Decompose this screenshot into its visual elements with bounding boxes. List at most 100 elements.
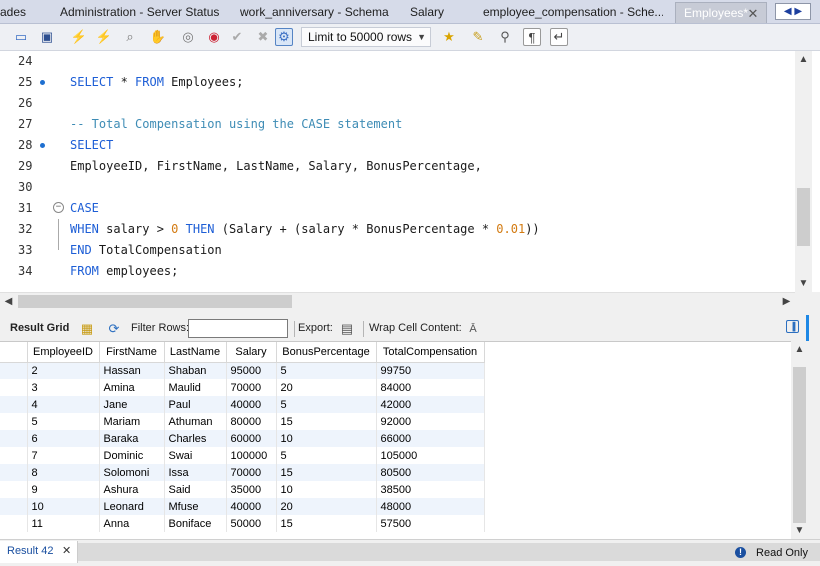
- table-cell[interactable]: 15: [276, 413, 377, 430]
- editor-horizontal-scrollbar[interactable]: ◀ ▶: [0, 292, 795, 309]
- row-header[interactable]: [0, 515, 28, 532]
- table-cell[interactable]: Charles: [164, 430, 227, 447]
- find-icon[interactable]: ⚲: [496, 28, 514, 46]
- table-cell[interactable]: 4: [27, 396, 100, 413]
- brush-icon[interactable]: ✎: [469, 28, 487, 46]
- sql-editor[interactable]: 24 25 SELECT * FROM Employees; 26 27 -- …: [0, 51, 820, 292]
- table-cell[interactable]: 100000: [226, 447, 277, 464]
- table-cell[interactable]: Athuman: [164, 413, 227, 430]
- table-cell[interactable]: 95000: [226, 362, 277, 379]
- table-row[interactable]: 5 Mariam Athuman 80000 15 92000: [0, 413, 485, 430]
- side-panel-toggle-icon[interactable]: ▐: [786, 320, 799, 333]
- table-cell[interactable]: 20: [276, 498, 377, 515]
- table-cell[interactable]: Swai: [164, 447, 227, 464]
- table-cell[interactable]: 10: [276, 430, 377, 447]
- column-header[interactable]: TotalCompensation: [376, 342, 485, 363]
- column-header[interactable]: Salary: [226, 342, 277, 363]
- invisible-chars-icon[interactable]: ¶: [523, 28, 541, 46]
- row-header[interactable]: [0, 379, 28, 396]
- filter-rows-input[interactable]: [188, 319, 288, 338]
- chevron-up-icon[interactable]: ▲: [791, 341, 808, 358]
- table-cell[interactable]: 8: [27, 464, 100, 481]
- table-cell[interactable]: 57500: [376, 515, 485, 532]
- column-header[interactable]: LastName: [164, 342, 227, 363]
- beautify-icon[interactable]: ⚙: [275, 28, 293, 46]
- row-header[interactable]: [0, 481, 28, 498]
- chevron-down-icon[interactable]: ▼: [791, 522, 808, 539]
- close-icon[interactable]: ✕: [62, 541, 71, 561]
- table-cell[interactable]: 5: [276, 447, 377, 464]
- table-cell[interactable]: 5: [27, 413, 100, 430]
- table-cell[interactable]: 5: [276, 396, 377, 413]
- row-header[interactable]: [0, 362, 28, 379]
- table-row[interactable]: 10 Leonard Mfuse 40000 20 48000: [0, 498, 485, 515]
- table-cell[interactable]: 84000: [376, 379, 485, 396]
- table-cell[interactable]: Mfuse: [164, 498, 227, 515]
- table-row[interactable]: 8 Solomoni Issa 70000 15 80500: [0, 464, 485, 481]
- fold-collapse-icon[interactable]: −: [53, 202, 64, 213]
- chevron-right-icon[interactable]: ▶: [778, 293, 795, 310]
- table-cell[interactable]: 11: [27, 515, 100, 532]
- result-grid-button[interactable]: Result Grid: [10, 322, 69, 334]
- stop-icon[interactable]: ✋: [149, 28, 167, 46]
- export-icon[interactable]: ▤: [338, 320, 356, 338]
- table-cell[interactable]: Paul: [164, 396, 227, 413]
- table-cell[interactable]: Shaban: [164, 362, 227, 379]
- table-cell[interactable]: 10: [276, 481, 377, 498]
- table-cell[interactable]: Anna: [99, 515, 165, 532]
- row-header[interactable]: [0, 413, 28, 430]
- table-cell[interactable]: Dominic: [99, 447, 165, 464]
- tab-employees[interactable]: Employees* ✕: [675, 2, 767, 23]
- scrollbar-thumb[interactable]: [793, 367, 806, 523]
- wrap-lines-icon[interactable]: ↵: [550, 28, 568, 46]
- row-header[interactable]: [0, 464, 28, 481]
- table-cell[interactable]: Solomoni: [99, 464, 165, 481]
- row-header[interactable]: [0, 396, 28, 413]
- table-cell[interactable]: 38500: [376, 481, 485, 498]
- table-cell[interactable]: Boniface: [164, 515, 227, 532]
- table-row[interactable]: 7 Dominic Swai 100000 5 105000: [0, 447, 485, 464]
- scrollbar-thumb[interactable]: [18, 295, 292, 308]
- table-row[interactable]: 2 Hassan Shaban 95000 5 99750: [0, 362, 485, 379]
- autocommit-icon[interactable]: ◉: [205, 28, 223, 46]
- tab-ades[interactable]: ades: [0, 2, 40, 23]
- execute-lightning-icon[interactable]: ⚡: [70, 28, 88, 46]
- table-row[interactable]: 11 Anna Boniface 50000 15 57500: [0, 515, 485, 532]
- result-grid[interactable]: EmployeeID FirstName LastName Salary Bon…: [0, 341, 791, 539]
- table-cell[interactable]: 80500: [376, 464, 485, 481]
- tab-employee-compensation-schema[interactable]: employee_compensation - Sche...: [483, 2, 663, 23]
- table-cell[interactable]: 3: [27, 379, 100, 396]
- row-header[interactable]: [0, 430, 28, 447]
- table-cell[interactable]: 92000: [376, 413, 485, 430]
- wrap-cell-icon[interactable]: Ā: [464, 320, 482, 338]
- limit-rows-select[interactable]: Limit to 50000 rows ▼: [301, 27, 431, 47]
- result-tab[interactable]: Result 42 ✕: [0, 541, 78, 563]
- table-cell[interactable]: Jane: [99, 396, 165, 413]
- refresh-icon[interactable]: ⟳: [105, 320, 123, 338]
- table-cell[interactable]: 35000: [226, 481, 277, 498]
- table-cell[interactable]: 40000: [226, 498, 277, 515]
- column-header[interactable]: BonusPercentage: [276, 342, 377, 363]
- grid-vertical-scrollbar[interactable]: ▲ ▼: [791, 341, 808, 539]
- table-cell[interactable]: Leonard: [99, 498, 165, 515]
- table-cell[interactable]: 15: [276, 515, 377, 532]
- table-cell[interactable]: 40000: [226, 396, 277, 413]
- table-cell[interactable]: 7: [27, 447, 100, 464]
- chevron-down-icon[interactable]: ▼: [795, 275, 812, 292]
- tab-nav-arrows-icon[interactable]: ◀ ▶: [775, 3, 811, 20]
- table-cell[interactable]: 48000: [376, 498, 485, 515]
- save-icon[interactable]: ▣: [38, 28, 56, 46]
- tab-work-anniversary-schema[interactable]: work_anniversary - Schema: [240, 2, 390, 23]
- chevron-left-icon[interactable]: ◀: [0, 293, 17, 310]
- table-cell[interactable]: 15: [276, 464, 377, 481]
- execute-current-icon[interactable]: ⚡: [95, 28, 113, 46]
- table-row[interactable]: 4 Jane Paul 40000 5 42000: [0, 396, 485, 413]
- row-header[interactable]: [0, 447, 28, 464]
- close-icon[interactable]: ✕: [746, 3, 760, 23]
- tab-administration-server-status[interactable]: Administration - Server Status: [60, 2, 220, 23]
- rollback-icon[interactable]: ✖: [254, 28, 272, 46]
- chevron-up-icon[interactable]: ▲: [795, 51, 812, 68]
- table-cell[interactable]: 2: [27, 362, 100, 379]
- table-cell[interactable]: 20: [276, 379, 377, 396]
- table-cell[interactable]: Issa: [164, 464, 227, 481]
